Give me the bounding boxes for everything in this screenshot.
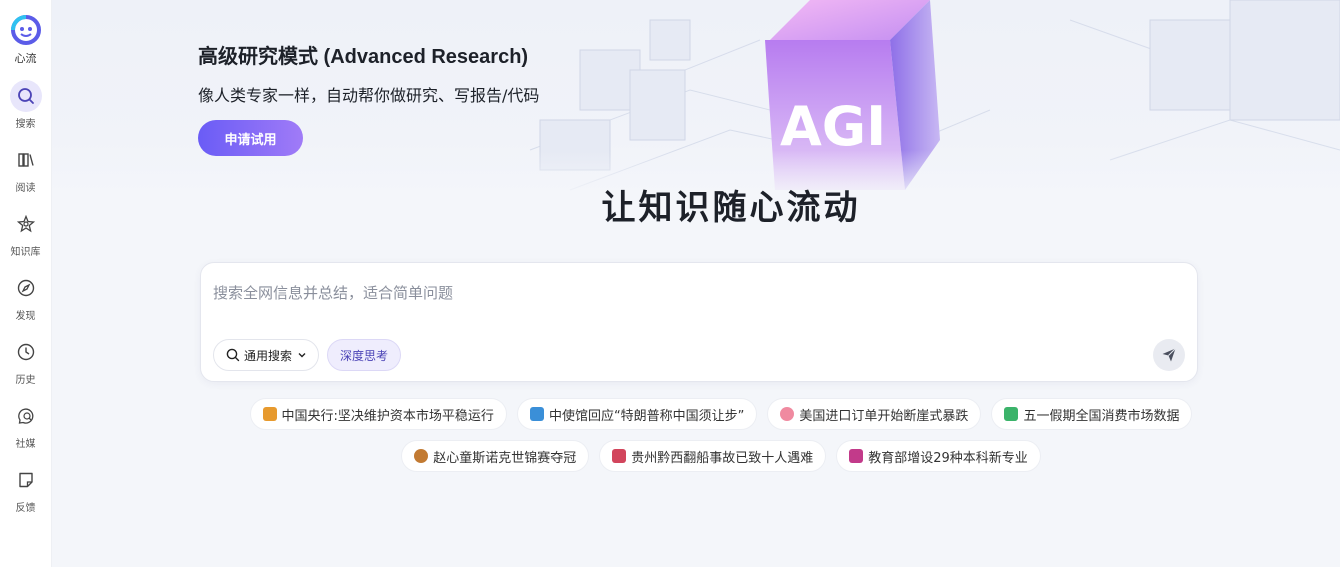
trending-chip[interactable]: 五一假期全国消费市场数据 [991,398,1193,430]
sidebar-item-discover[interactable]: 发现 [0,272,52,322]
sidebar-item-search[interactable]: 搜索 [0,80,52,130]
news-icon [529,407,544,421]
trending-chip[interactable]: 贵州黔西翻船事故已致十人遇难 [599,440,827,472]
search-input[interactable] [213,281,1113,305]
deep-thinking-label: 深度思考 [340,348,389,363]
slogan-text: 让知识随心流动 [601,188,861,228]
sidebar-item-social[interactable]: 社媒 [0,400,52,450]
sidebar: 心流 搜索 阅读 知识库 发现 历史 社媒 反馈 [0,0,52,567]
trending-chip-text: 赵心童斯诺克世锦赛夺冠 [433,450,577,466]
trending-chip-text: 五一假期全国消费市场数据 [1023,408,1180,424]
search-box: 通用搜索 深度思考 [200,262,1198,382]
knowledge-icon [10,208,42,240]
trending-chip[interactable]: 美国进口订单开始断崖式暴跌 [767,398,982,430]
sidebar-item-knowledge[interactable]: 知识库 [0,208,52,258]
trending-chip[interactable]: 中使馆回应“特朗普称中国须让步” [516,398,758,430]
page-slogan: 让知识随心流动 [52,180,1340,229]
trending-chip-text: 中使馆回应“特朗普称中国须让步” [548,408,745,424]
search-mode-label: 通用搜索 [244,348,293,363]
trending-row: 赵心童斯诺克世锦赛夺冠 贵州黔西翻船事故已致十人遇难 教育部增设29种本科新专业 [52,440,1340,472]
app-logo[interactable]: 心流 [10,14,42,66]
search-mode-dropdown[interactable]: 通用搜索 [213,339,320,371]
agi-cube-illustration: AGI [510,0,1340,200]
banner-title: 高级研究模式 (Advanced Research) [198,46,529,68]
trending-chip[interactable]: 赵心童斯诺克世锦赛夺冠 [401,440,590,472]
trending-chip[interactable]: 教育部增设29种本科新专业 [836,440,1041,472]
trending-chip-text: 贵州黔西翻船事故已致十人遇难 [631,450,814,466]
sidebar-item-label: 阅读 [15,183,36,194]
sidebar-item-label: 知识库 [10,247,41,258]
clock-icon [10,336,42,368]
sidebar-item-feedback[interactable]: 反馈 [0,464,52,514]
sidebar-item-label: 反馈 [15,503,36,514]
sidebar-item-label: 社媒 [15,439,36,450]
search-icon [9,80,42,112]
social-icon [10,400,42,432]
agi-cube-text: AGI [780,95,886,158]
feedback-icon [10,464,42,496]
send-icon [1162,348,1176,362]
graduation-cap-icon [849,449,864,463]
apply-trial-button[interactable]: 申请试用 [198,120,303,156]
deep-thinking-toggle[interactable]: 深度思考 [327,339,402,371]
banner-subtitle: 像人类专家一样，自动帮你做研究、写报告/代码 [198,86,540,105]
trending-chip[interactable]: 中国央行:坚决维护资本市场平稳运行 [249,398,507,430]
boat-icon [612,449,627,463]
trending-chip-text: 教育部增设29种本科新专业 [868,450,1028,466]
main-content: AGI 高级研究模式 (Advanced Research) 像人类专家一样，自… [52,0,1340,567]
sidebar-item-label: 搜索 [15,119,36,130]
sidebar-item-label: 历史 [15,375,36,386]
research-banner: AGI 高级研究模式 (Advanced Research) 像人类专家一样，自… [52,0,1340,200]
trending-chip-text: 中国央行:坚决维护资本市场平稳运行 [281,408,494,424]
sidebar-item-history[interactable]: 历史 [0,336,52,386]
sidebar-item-label: 发现 [15,311,36,322]
chevron-down-icon [298,353,306,358]
news-icon [262,407,277,421]
trending-topics: 中国央行:坚决维护资本市场平稳运行 中使馆回应“特朗普称中国须让步” 美国进口订… [52,398,1340,482]
sidebar-item-read[interactable]: 阅读 [0,144,52,194]
search-icon [226,348,240,362]
book-icon [10,144,42,176]
compass-icon [10,272,42,304]
news-icon [1004,407,1019,421]
trending-row: 中国央行:坚决维护资本市场平稳运行 中使馆回应“特朗普称中国须让步” 美国进口订… [52,398,1340,430]
send-button[interactable] [1153,339,1185,371]
trending-chip-text: 美国进口订单开始断崖式暴跌 [799,408,969,424]
trophy-icon [414,449,429,463]
news-icon [780,407,795,421]
logo-icon [10,15,41,45]
logo-text: 心流 [14,52,37,65]
